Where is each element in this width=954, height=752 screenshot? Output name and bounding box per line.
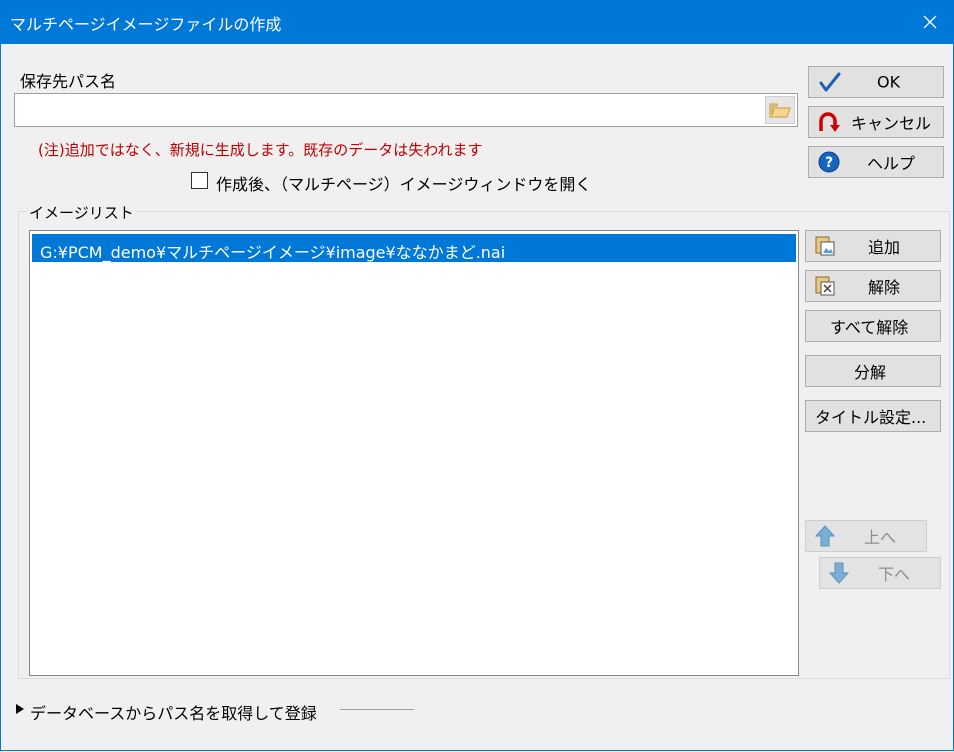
save-path-label: 保存先パス名 xyxy=(20,72,117,91)
window-title: マルチページイメージファイルの作成 xyxy=(10,15,282,34)
title-settings-label: タイトル設定... xyxy=(815,408,927,427)
remove-label: 解除 xyxy=(868,278,901,297)
svg-text:?: ? xyxy=(825,155,833,171)
image-listbox[interactable]: G:¥PCM_demo¥マルチページイメージ¥image¥ななかまど.nai xyxy=(29,230,799,676)
warning-text: (注)追加ではなく、新規に生成します。既存のデータは失われます xyxy=(38,141,483,159)
close-icon xyxy=(923,15,937,29)
move-down-label: 下へ xyxy=(878,565,911,584)
database-expander-label: データベースからパス名を取得して登録 xyxy=(30,704,317,723)
open-after-checkbox[interactable] xyxy=(191,172,208,189)
expander-divider xyxy=(340,709,414,710)
arrow-down-icon xyxy=(829,562,849,584)
cancel-button[interactable]: キャンセル xyxy=(808,106,944,138)
add-button[interactable]: 追加 xyxy=(805,230,941,262)
open-after-label[interactable]: 作成後、（マルチページ）イメージウィンドウを開く xyxy=(216,171,591,195)
add-image-icon xyxy=(815,236,835,256)
move-up-button[interactable]: 上へ xyxy=(805,520,927,552)
help-button[interactable]: ? ヘルプ xyxy=(808,146,944,178)
expand-triangle-icon xyxy=(16,704,24,714)
move-up-label: 上へ xyxy=(864,528,897,547)
undo-arrow-icon xyxy=(819,112,840,132)
save-path-field[interactable] xyxy=(14,93,798,127)
save-path-input[interactable] xyxy=(19,100,763,122)
move-down-button[interactable]: 下へ xyxy=(819,557,941,589)
add-label: 追加 xyxy=(868,238,901,257)
image-list-legend: イメージリスト xyxy=(26,202,137,223)
help-icon: ? xyxy=(818,151,840,173)
remove-image-icon xyxy=(815,276,835,296)
close-button[interactable] xyxy=(906,0,954,44)
ok-label: OK xyxy=(877,72,901,92)
checkmark-icon xyxy=(819,72,841,92)
browse-button[interactable] xyxy=(765,96,795,124)
cancel-label: キャンセル xyxy=(851,114,932,133)
list-item-path: G:¥PCM_demo¥マルチページイメージ¥image¥ななかまど.nai xyxy=(40,243,506,262)
remove-all-button[interactable]: すべて解除 xyxy=(805,310,941,342)
title-bar: マルチページイメージファイルの作成 xyxy=(0,0,954,44)
remove-button[interactable]: 解除 xyxy=(805,270,941,302)
title-settings-button[interactable]: タイトル設定... xyxy=(805,400,941,432)
help-label: ヘルプ xyxy=(867,154,916,173)
split-button[interactable]: 分解 xyxy=(805,355,941,387)
split-label: 分解 xyxy=(854,363,887,382)
folder-open-icon xyxy=(769,103,791,118)
ok-button[interactable]: OK xyxy=(808,66,944,98)
list-item[interactable]: G:¥PCM_demo¥マルチページイメージ¥image¥ななかまど.nai xyxy=(32,234,796,262)
remove-all-label: すべて解除 xyxy=(830,318,909,337)
arrow-up-icon xyxy=(815,525,835,547)
